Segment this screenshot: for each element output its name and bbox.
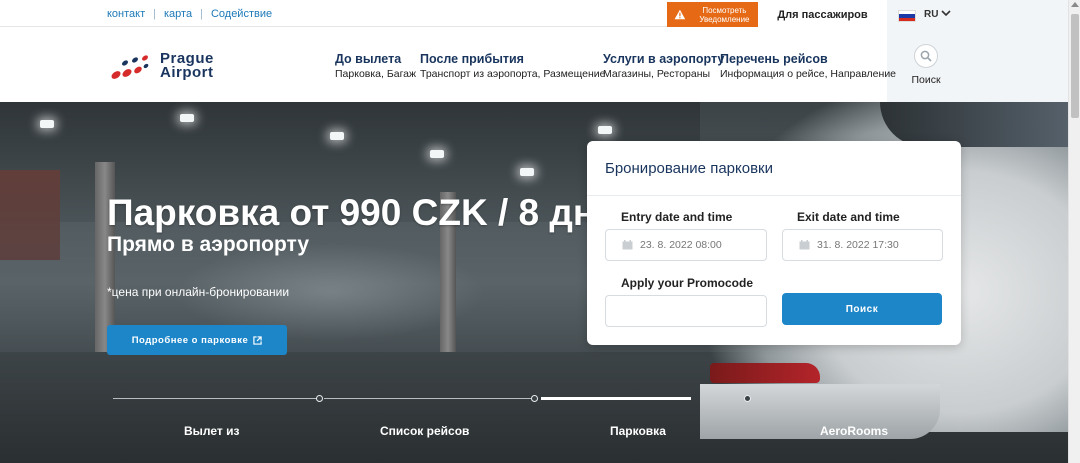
slider-track [113,398,317,399]
prague-airport-logo[interactable]: Prague Airport [108,51,214,81]
garage-pillar [95,162,115,352]
chevron-down-icon[interactable] [941,8,951,18]
tab-departures[interactable]: Вылет из [184,424,239,438]
hero-headline: Парковка от 990 CZK / 8 дней [107,192,639,233]
booking-search-button[interactable]: Поиск [782,293,942,325]
ceiling-light [430,150,444,158]
nav-subtitle: Парковка, Багаж [335,68,417,80]
search-icon [920,50,932,62]
slider-dot[interactable] [531,395,538,402]
exit-date-label: Exit date and time [797,210,900,224]
warning-icon [674,9,686,20]
logo-text: Prague Airport [160,51,214,81]
red-wall-band [0,170,60,260]
ceiling-light [330,132,344,140]
promocode-label: Apply your Promocode [621,276,754,290]
hero-subheadline: Прямо в аэропорту [107,233,310,256]
utility-links: контакт | карта | Содействие [107,8,272,20]
language-panel: RU Поиск [887,0,1068,102]
accessibility-link[interactable]: Содействие [211,8,272,20]
nav-item-before-departure[interactable]: До вылета Парковка, Багаж [335,52,416,80]
nav-item-airport-services[interactable]: Услуги в аэропорту Магазины, Рестораны [603,52,724,80]
tab-parking[interactable]: Парковка [610,424,666,438]
car-taillight [710,363,820,383]
scrollbar-thumb[interactable] [1071,14,1079,118]
price-note: *цена при онлайн-бронировании [107,285,290,299]
nav-title: После прибытия [420,52,524,66]
exit-date-field[interactable]: 31. 8. 2022 17:30 [782,229,943,261]
parking-booking-widget: Бронирование парковки Entry date and tim… [587,141,961,345]
ceiling-light [520,168,534,176]
scroll-up-arrow-icon[interactable] [1071,2,1079,7]
ceiling-light [180,114,194,122]
parking-details-button[interactable]: Подробнее о парковке [107,325,287,355]
entry-date-value: 23. 8. 2022 08:00 [640,239,722,251]
external-link-icon [253,335,262,345]
search-label: Поиск [911,74,941,86]
tab-aerorooms[interactable]: AeroRooms [820,424,888,438]
entry-date-label: Entry date and time [621,210,733,224]
nav-item-after-arrival[interactable]: После прибытия Транспорт из аэропорта, Р… [420,52,606,80]
search-icon-circle [914,44,938,68]
ceiling-light [598,126,612,134]
nav-title: Перечень рейсов [720,52,828,66]
main-header: Prague Airport До вылета Парковка, Багаж… [0,27,896,102]
language-code[interactable]: RU [924,9,938,20]
slider-dot[interactable] [744,395,751,402]
notice-label: Посмотреть Уведомление [699,5,750,24]
nav-title: До вылета [335,52,402,66]
exit-date-value: 31. 8. 2022 17:30 [817,239,899,251]
slider-track [324,398,531,399]
russian-flag-icon[interactable] [898,10,916,22]
parking-details-label: Подробнее о парковке [131,334,249,346]
promocode-input[interactable] [605,295,767,327]
entry-date-field[interactable]: 23. 8. 2022 08:00 [605,229,767,261]
separator: | [200,8,203,20]
logo-line-2: Airport [160,64,214,81]
search-button[interactable]: Поиск [887,44,965,86]
nav-subtitle: Информация о рейсе, Направление [720,68,897,80]
slider-dot[interactable] [316,395,323,402]
ceiling-light [40,120,54,128]
nav-title: Услуги в аэропорту [603,52,725,66]
tab-flight-list[interactable]: Список рейсов [380,424,469,438]
booking-title: Бронирование парковки [587,141,961,196]
map-link[interactable]: карта [164,8,192,20]
separator: | [153,8,156,20]
hero-banner: Парковка от 990 CZK / 8 дней Прямо в аэр… [0,102,1068,463]
flag-stripe-red [899,17,915,21]
contact-link[interactable]: контакт [107,8,145,20]
nav-subtitle: Магазины, Рестораны [603,68,711,80]
nav-subtitle: Транспорт из аэропорта, Размещение [420,68,606,80]
notice-button[interactable]: Посмотреть Уведомление [667,2,758,27]
calendar-icon [799,240,810,250]
slider-progress [113,395,753,403]
airport-logo-icon [111,55,149,79]
page-scrollbar[interactable] [1068,0,1080,463]
slider-track-active [541,397,691,400]
calendar-icon [622,240,633,250]
nav-item-flight-list[interactable]: Перечень рейсов Информация о рейсе, Напр… [720,52,896,80]
